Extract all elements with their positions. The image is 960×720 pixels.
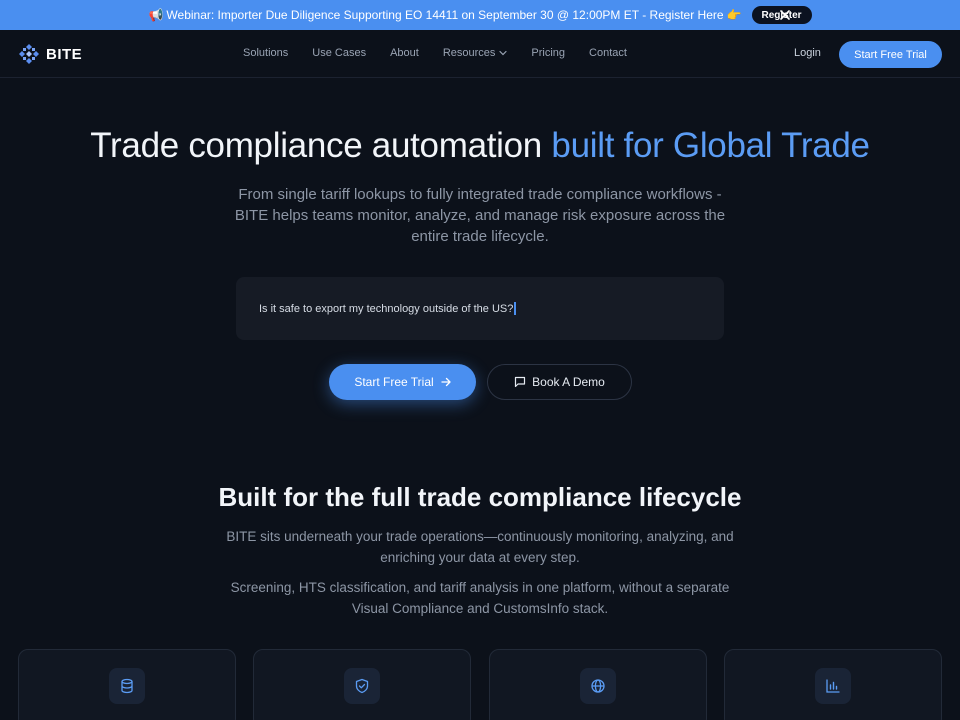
hero-title-plain: Trade compliance automation (90, 126, 552, 165)
book-demo-button[interactable]: Book A Demo (487, 364, 632, 400)
nav-link-contact[interactable]: Contact (589, 47, 627, 59)
top-navigation: BITE Solutions Use Cases About Resources… (0, 30, 960, 78)
close-icon[interactable] (778, 7, 792, 23)
start-free-trial-nav-button[interactable]: Start Free Trial (839, 41, 942, 68)
globe-icon (580, 668, 616, 704)
hero-title-accent: built for Global Trade (551, 126, 870, 165)
text-caret (514, 302, 516, 315)
section-paragraph-2: Screening, HTS classification, and tarif… (230, 580, 730, 616)
feature-card-2[interactable] (253, 649, 471, 720)
bar-chart-icon (815, 668, 851, 704)
nav-links: Solutions Use Cases About Resources Pric… (243, 47, 627, 59)
login-link[interactable]: Login (794, 47, 821, 59)
megaphone-icon: 📢 (148, 8, 164, 22)
feature-card-3[interactable] (489, 649, 707, 720)
bite-logo-icon (19, 44, 39, 64)
start-free-trial-label: Start Free Trial (354, 375, 434, 389)
nav-link-use-cases[interactable]: Use Cases (312, 47, 366, 59)
pointing-hand-icon: 👉 (726, 8, 742, 22)
announcement-bar: 📢 Webinar: Importer Due Diligence Suppor… (0, 0, 960, 30)
feature-card-4[interactable] (724, 649, 942, 720)
feature-card-1[interactable] (18, 649, 236, 720)
announcement-text[interactable]: Webinar: Importer Due Diligence Supporti… (166, 8, 723, 22)
hero-subtitle: From single tariff lookups to fully inte… (234, 186, 726, 245)
brand-name: BITE (46, 45, 83, 63)
section-paragraph-1: BITE sits underneath your trade operatio… (226, 529, 734, 565)
chevron-down-icon (499, 50, 507, 56)
database-icon (109, 668, 145, 704)
question-input-text: Is it safe to export my technology outsi… (259, 302, 514, 315)
brand-logo[interactable]: BITE (18, 43, 82, 65)
book-demo-label: Book A Demo (532, 375, 605, 389)
start-free-trial-button[interactable]: Start Free Trial (329, 364, 476, 400)
nav-link-solutions[interactable]: Solutions (243, 47, 288, 59)
section-title: Built for the full trade compliance life… (218, 482, 742, 512)
shield-icon (344, 668, 380, 704)
hero-title: Trade compliance automation built for Gl… (0, 126, 960, 166)
nav-link-resources-label: Resources (442, 47, 496, 59)
question-input[interactable]: Is it safe to export my technology outsi… (236, 277, 724, 340)
nav-link-pricing[interactable]: Pricing (531, 47, 565, 59)
arrow-right-icon (441, 377, 451, 387)
nav-link-resources[interactable]: Resources (443, 47, 508, 59)
chat-icon (515, 376, 526, 388)
nav-link-about[interactable]: About (390, 47, 419, 59)
